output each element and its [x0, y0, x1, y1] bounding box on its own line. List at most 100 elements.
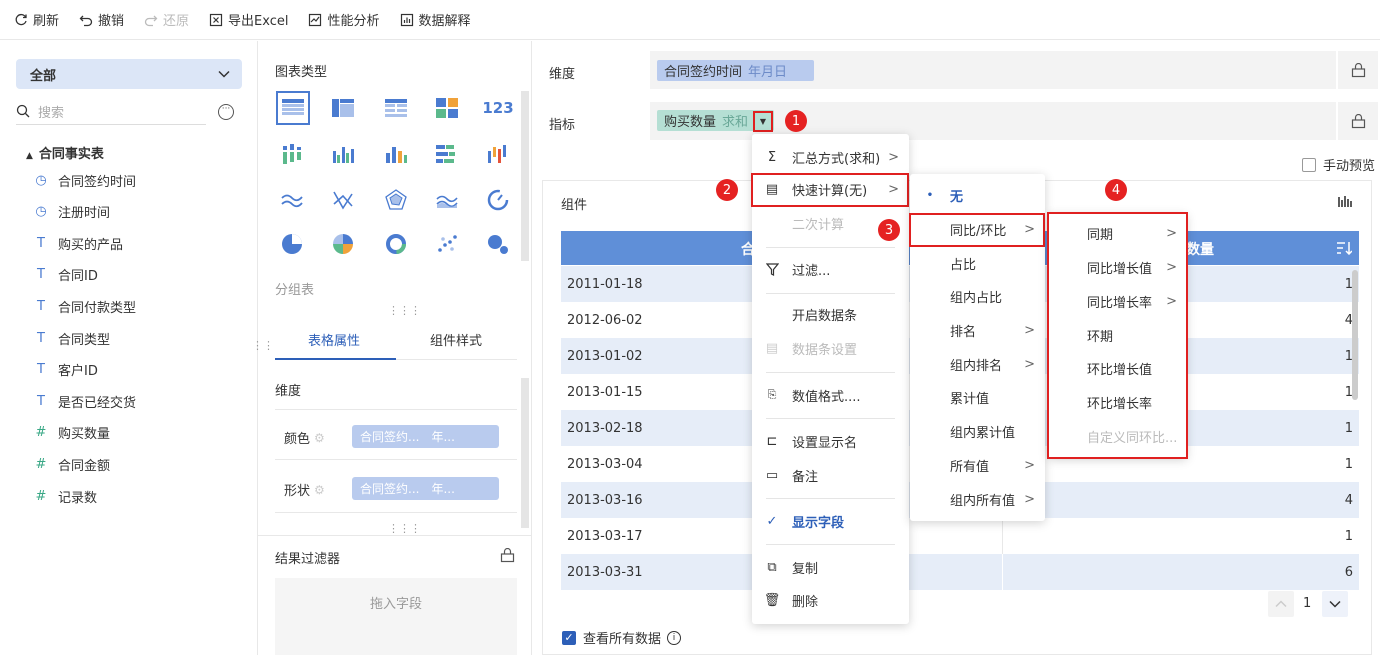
measure-dropdown-button[interactable]: ▼ [753, 111, 773, 132]
field-item[interactable]: T 合同类型 [32, 328, 110, 348]
table-row[interactable]: 2013-03-17 1 [561, 518, 1359, 554]
cross-line-icon[interactable] [327, 184, 359, 216]
scatter-chart-icon[interactable] [431, 228, 463, 260]
redo-button[interactable]: 还原 [144, 10, 189, 29]
search-input[interactable]: 搜索 [16, 98, 206, 125]
field-item[interactable]: ◷ 注册时间 [32, 202, 110, 222]
submenu-none[interactable]: • 无 [910, 180, 1045, 210]
settings-icon[interactable]: ⚙ [314, 431, 325, 445]
view-all-data-toggle[interactable]: ✓ 查看所有数据 i [562, 628, 682, 647]
column-stacked-icon[interactable] [380, 138, 412, 170]
dimension-lock-button[interactable] [1338, 51, 1378, 89]
next-page-button[interactable] [1322, 591, 1348, 617]
field-item[interactable]: T 合同ID [32, 265, 98, 285]
table-scrollbar[interactable] [1352, 270, 1358, 400]
resize-handle-icon[interactable]: ⋮⋮⋮ [388, 523, 421, 534]
shape-field-pill[interactable]: 合同签约... 年... [352, 477, 499, 500]
gauge-chart-icon[interactable] [482, 184, 514, 216]
manual-preview-toggle[interactable]: 手动预览 [1302, 155, 1375, 174]
menu-agg-method[interactable]: Σ 汇总方式(求和) > [752, 142, 909, 172]
prev-page-button[interactable] [1268, 591, 1294, 617]
menu-databar-settings[interactable]: ▤ 数据条设置 [752, 333, 909, 363]
submenu-group-cumulative[interactable]: 组内累计值 [910, 416, 1045, 446]
field-label: 合同签约时间 [58, 174, 137, 190]
chart-type-scrollbar[interactable] [521, 91, 529, 261]
col2-header[interactable]: 数量 [1186, 239, 1214, 259]
drag-field-hint: 拖入字段 [369, 597, 422, 612]
submenu-group-all-values[interactable]: 组内所有值 > [910, 484, 1045, 514]
pie-chart-icon[interactable] [276, 228, 308, 260]
waterfall-chart-icon[interactable] [482, 138, 514, 170]
chart-switch-icon[interactable] [1338, 195, 1354, 209]
data-explain-button[interactable]: 数据解释 [400, 10, 471, 29]
measure-lock-button[interactable] [1338, 102, 1378, 140]
table-node[interactable]: ▲ 合同事实表 [26, 143, 104, 162]
more-options-icon[interactable]: ··· [218, 104, 234, 120]
number-type-icon: # [35, 425, 47, 441]
field-item[interactable]: # 记录数 [32, 486, 97, 506]
menu-display-name[interactable]: ⊏ 设置显示名 [752, 426, 909, 456]
tab-widget-style[interactable]: 组件样式 [430, 330, 482, 349]
undo-button[interactable]: 撤销 [79, 10, 124, 29]
lock-icon[interactable] [500, 548, 515, 563]
color-field-pill[interactable]: 合同签约... 年... [352, 425, 499, 448]
field-item[interactable]: T 购买的产品 [32, 233, 123, 253]
line-chart-icon[interactable] [276, 184, 308, 216]
properties-scrollbar[interactable] [521, 378, 529, 528]
detail-table-icon[interactable] [380, 92, 412, 124]
settings-icon[interactable]: ⚙ [314, 483, 325, 497]
menu-delete[interactable]: 🗑 删除 [752, 585, 909, 615]
donut-chart-icon[interactable] [380, 228, 412, 260]
clock-icon: ◷ [35, 204, 47, 220]
submenu-group-ratio[interactable]: 组内占比 [910, 281, 1045, 311]
menu-show-field[interactable]: ✓ 显示字段 [752, 506, 909, 536]
all-tables-select[interactable]: 全部 [16, 59, 242, 89]
resize-handle-icon[interactable]: ⋮⋮⋮ [388, 305, 421, 316]
copy-icon: ⧉ [767, 559, 777, 575]
bubble-chart-icon[interactable] [482, 228, 514, 260]
all-values-label: 所有值 [950, 459, 990, 475]
field-item[interactable]: ◷ 合同签约时间 [32, 170, 136, 190]
cross-table-icon[interactable] [327, 92, 359, 124]
radar-chart-icon[interactable] [380, 184, 412, 216]
refresh-button[interactable]: 刷新 [14, 10, 59, 29]
filter-icon [752, 262, 792, 276]
measure-label: 指标 [549, 118, 576, 133]
panel-resize-handle[interactable]: ⋮⋮ [252, 340, 274, 351]
field-item[interactable]: # 购买数量 [32, 423, 110, 443]
submenu-all-values[interactable]: 所有值 > [910, 450, 1045, 480]
manual-preview-checkbox[interactable] [1302, 157, 1316, 172]
field-item[interactable]: T 是否已经交货 [32, 391, 136, 411]
horizontal-bar-icon[interactable] [431, 138, 463, 170]
submenu-rank[interactable]: 排名 > [910, 315, 1045, 345]
view-all-checkbox[interactable]: ✓ [562, 630, 576, 645]
export-excel-button[interactable]: 导出Excel [209, 10, 288, 29]
submenu-cumulative[interactable]: 累计值 [910, 382, 1045, 412]
filter-drop-zone[interactable]: 拖入字段 [275, 578, 517, 655]
menu-note[interactable]: ▭ 备注 [752, 460, 909, 490]
kpi-card-icon[interactable] [431, 92, 463, 124]
menu-note-label: 备注 [792, 469, 819, 485]
manual-preview-label: 手动预览 [1323, 159, 1376, 174]
number-chart-icon[interactable]: 123 [482, 92, 514, 124]
menu-number-format[interactable]: ⎘ 数值格式.... [752, 380, 909, 410]
performance-button[interactable]: 性能分析 [308, 10, 380, 29]
info-icon[interactable]: i [667, 630, 682, 645]
submenu-group-rank[interactable]: 组内排名 > [910, 349, 1045, 379]
grouped-bar-icon[interactable] [276, 138, 308, 170]
menu-databar[interactable]: 开启数据条 [752, 299, 909, 329]
dimension-field-chip[interactable]: 合同签约时间 年月日 [657, 60, 814, 81]
field-item[interactable]: # 合同金额 [32, 454, 110, 474]
menu-filter[interactable]: 过滤... [752, 254, 909, 284]
table-chart-icon[interactable] [276, 91, 310, 125]
menu-copy[interactable]: ⧉ 复制 [752, 552, 909, 582]
field-item[interactable]: T 客户ID [32, 360, 98, 380]
area-chart-icon[interactable] [431, 184, 463, 216]
sort-icon[interactable] [1336, 241, 1352, 255]
table-row[interactable]: 2013-03-31 6 [561, 554, 1359, 590]
rose-chart-icon[interactable] [327, 228, 359, 260]
tab-table-properties[interactable]: 表格属性 [308, 330, 360, 349]
field-item[interactable]: T 合同付款类型 [32, 296, 136, 316]
column-chart-icon[interactable] [327, 138, 359, 170]
submenu-ratio[interactable]: 占比 [910, 248, 1045, 278]
